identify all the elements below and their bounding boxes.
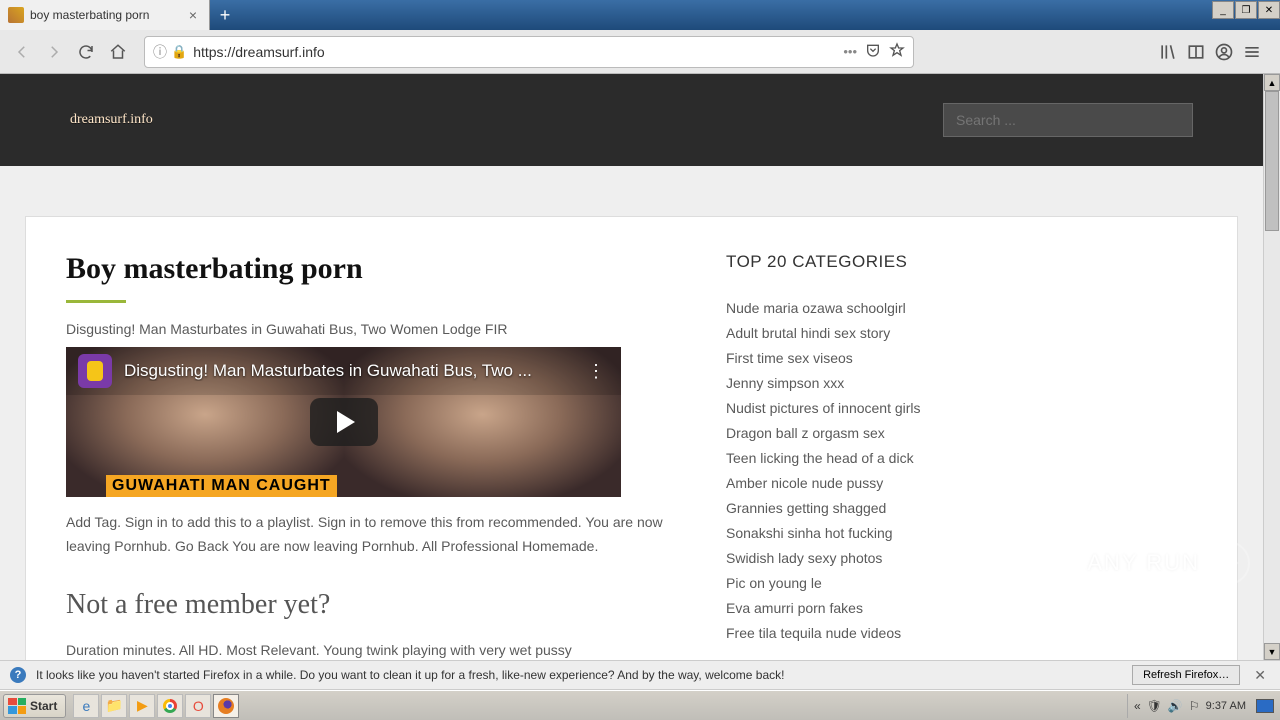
category-link[interactable]: Dragon ball z orgasm sex — [726, 425, 986, 441]
home-button[interactable] — [104, 38, 132, 66]
quicklaunch: e 📁 ▶ O — [73, 694, 239, 718]
system-tray: « 🛡 🔊 ⚐ 9:37 AM — [1127, 694, 1280, 718]
close-window-button[interactable]: ✕ — [1258, 1, 1280, 19]
category-link[interactable]: Eva amurri porn fakes — [726, 600, 986, 616]
video-title: Disgusting! Man Masturbates in Guwahati … — [124, 361, 575, 381]
explorer-icon[interactable]: 📁 — [101, 694, 127, 718]
tab-title: boy masterbating porn — [30, 8, 179, 22]
search-input[interactable] — [943, 103, 1193, 137]
shield-icon[interactable]: 🛡 — [1147, 699, 1162, 713]
play-icon — [337, 411, 355, 433]
page-title: Boy masterbating porn — [66, 252, 676, 286]
pocket-icon[interactable] — [865, 42, 881, 61]
info-icon: ? — [10, 667, 26, 683]
start-button[interactable]: Start — [3, 694, 66, 718]
chrome-icon[interactable] — [157, 694, 183, 718]
notification-bar: ? It looks like you haven't started Fire… — [0, 660, 1280, 690]
category-link[interactable]: Pic on young le — [726, 575, 986, 591]
ie-icon[interactable]: e — [73, 694, 99, 718]
category-link[interactable]: Amber nicole nude pussy — [726, 475, 986, 491]
category-link[interactable]: Nude maria ozawa schoolgirl — [726, 300, 986, 316]
category-link[interactable]: Swidish lady sexy photos — [726, 550, 986, 566]
maximize-button[interactable]: ❐ — [1235, 1, 1257, 19]
browser-toolbar: ⓘ 🔒 https://dreamsurf.info ••• — [0, 30, 1280, 74]
category-link[interactable]: Nudist pictures of innocent girls — [726, 400, 986, 416]
new-tab-button[interactable]: + — [210, 0, 240, 30]
category-link[interactable]: Jenny simpson xxx — [726, 375, 986, 391]
title-underline — [66, 300, 126, 303]
scroll-up-button[interactable]: ▲ — [1264, 74, 1280, 91]
chevron-icon[interactable]: « — [1134, 699, 1141, 713]
back-button[interactable] — [8, 38, 36, 66]
windows-logo-icon — [8, 698, 26, 714]
forward-button[interactable] — [40, 38, 68, 66]
more-icon[interactable]: ••• — [843, 44, 857, 59]
scrollbar[interactable]: ▲ ▼ — [1263, 74, 1280, 660]
flag-icon[interactable]: ⚐ — [1189, 699, 1200, 713]
category-link[interactable]: Free tila tequila nude videos — [726, 625, 986, 641]
sidebar-icon[interactable] — [1186, 42, 1206, 62]
info-icon[interactable]: ⓘ — [153, 42, 167, 62]
scroll-thumb[interactable] — [1265, 91, 1279, 231]
opera-icon[interactable]: O — [185, 694, 211, 718]
browser-tab[interactable]: boy masterbating porn × — [0, 0, 210, 30]
window-controls: _ ❐ ✕ — [1211, 0, 1280, 30]
video-embed[interactable]: Disgusting! Man Masturbates in Guwahati … — [66, 347, 621, 497]
minimize-button[interactable]: _ — [1212, 1, 1234, 19]
article-body-2: Duration minutes. All HD. Most Relevant.… — [66, 639, 676, 660]
article-body-1: Add Tag. Sign in to add this to a playli… — [66, 511, 676, 559]
bookmark-icon[interactable] — [889, 42, 905, 61]
lock-icon: 🔒 — [171, 44, 187, 60]
article: Boy masterbating porn Disgusting! Man Ma… — [66, 252, 676, 660]
library-icon[interactable] — [1158, 42, 1178, 62]
clock[interactable]: 9:37 AM — [1206, 700, 1246, 712]
site-brand[interactable]: dreamsurf.info — [70, 112, 153, 128]
monitor-icon[interactable] — [1256, 699, 1274, 713]
menu-icon[interactable] — [1242, 42, 1262, 62]
media-player-icon[interactable]: ▶ — [129, 694, 155, 718]
article-byline: Disgusting! Man Masturbates in Guwahati … — [66, 321, 676, 337]
category-link[interactable]: First time sex viseos — [726, 350, 986, 366]
volume-icon[interactable]: 🔊 — [1168, 699, 1183, 713]
video-chyron: GUWAHATI MAN CAUGHT — [106, 475, 337, 497]
page-viewport: dreamsurf.info Boy masterbating porn Dis… — [0, 74, 1280, 660]
notification-text: It looks like you haven't started Firefo… — [36, 668, 1122, 682]
sidebar: TOP 20 CATEGORIES Nude maria ozawa schoo… — [726, 252, 986, 660]
account-icon[interactable] — [1214, 42, 1234, 62]
category-link[interactable]: Sonakshi sinha hot fucking — [726, 525, 986, 541]
category-link[interactable]: Grannies getting shagged — [726, 500, 986, 516]
site-header: dreamsurf.info — [0, 74, 1263, 166]
sidebar-heading: TOP 20 CATEGORIES — [726, 252, 986, 272]
start-label: Start — [30, 699, 57, 713]
category-list: Nude maria ozawa schoolgirl Adult brutal … — [726, 300, 986, 641]
article-subheading: Not a free member yet? — [66, 589, 676, 621]
address-bar[interactable]: ⓘ 🔒 https://dreamsurf.info ••• — [144, 36, 914, 68]
category-link[interactable]: Adult brutal hindi sex story — [726, 325, 986, 341]
category-link[interactable]: Teen licking the head of a dick — [726, 450, 986, 466]
close-icon[interactable]: × — [185, 7, 201, 23]
channel-icon[interactable] — [78, 354, 112, 388]
scroll-down-button[interactable]: ▼ — [1264, 643, 1280, 660]
favicon-icon — [8, 7, 24, 23]
refresh-firefox-button[interactable]: Refresh Firefox… — [1132, 665, 1240, 685]
play-button[interactable] — [310, 398, 378, 446]
video-menu-icon[interactable]: ⋮ — [587, 361, 605, 382]
window-titlebar: boy masterbating porn × + _ ❐ ✕ — [0, 0, 1280, 30]
taskbar: Start e 📁 ▶ O « 🛡 🔊 ⚐ 9:37 AM — [0, 690, 1280, 720]
close-icon[interactable]: ✕ — [1250, 667, 1270, 684]
reload-button[interactable] — [72, 38, 100, 66]
url-text: https://dreamsurf.info — [193, 44, 837, 60]
content-card: Boy masterbating porn Disgusting! Man Ma… — [25, 216, 1238, 660]
firefox-icon[interactable] — [213, 694, 239, 718]
